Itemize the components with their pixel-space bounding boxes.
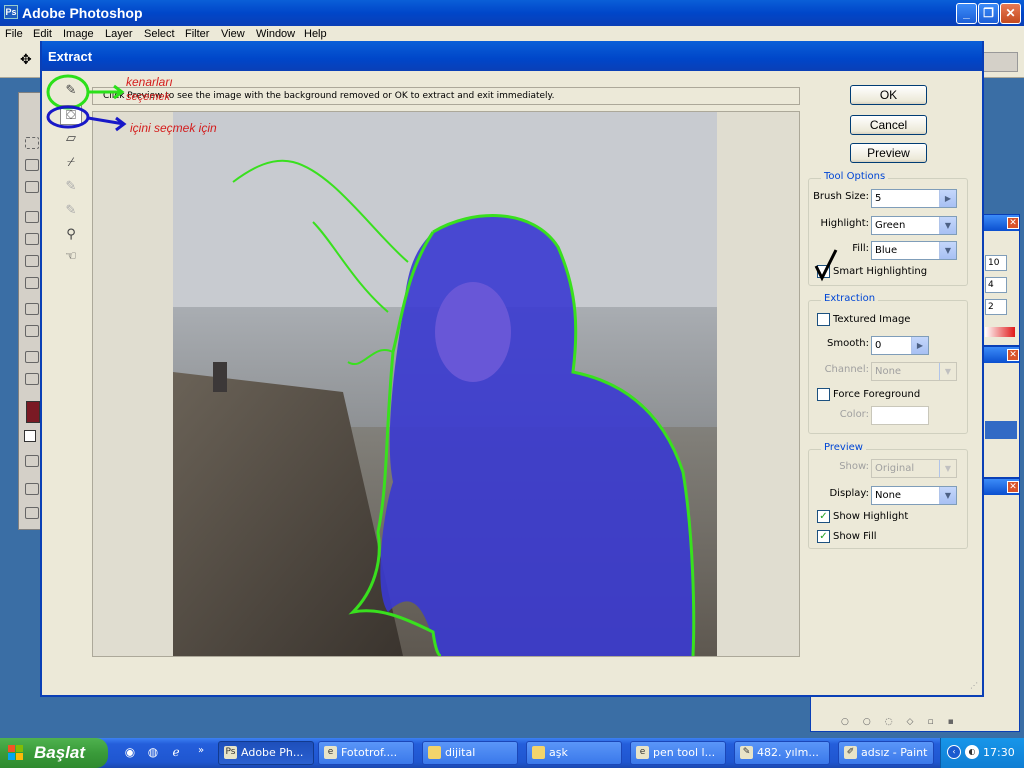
checkmark-annotation [814, 249, 838, 282]
task-label: Fototrof.... [341, 746, 398, 759]
tray-expand-icon[interactable]: ‹ [947, 745, 961, 759]
system-tray: ‹ ◐ 17:30 [940, 738, 1024, 768]
task-fototrof[interactable]: e Fototrof.... [318, 741, 414, 765]
fill-tool-circle [46, 105, 90, 129]
tray-volume-icon[interactable]: ◐ [965, 745, 979, 759]
start-label: Başlat [34, 743, 86, 762]
start-button[interactable]: Başlat [0, 738, 108, 768]
quicklaunch-icon[interactable]: ◍ [145, 745, 161, 761]
quicklaunch-more-icon[interactable]: » [193, 745, 209, 761]
taskbar: Başlat ◉ ◍ ℯ » Ps Adobe Ph... e Fototrof..… [0, 738, 1024, 768]
paint-icon: ✐ [844, 746, 857, 759]
task-label: adsız - Paint [861, 746, 928, 759]
folder-icon [428, 746, 441, 759]
folder-icon [532, 746, 545, 759]
annotation-edge-text-2: seçemek [126, 91, 171, 103]
task-ask[interactable]: aşk [526, 741, 622, 765]
browser-icon: e [636, 746, 649, 759]
edge-tool-arrow [88, 84, 125, 100]
task-dijital[interactable]: dijital [422, 741, 518, 765]
windows-logo-icon [8, 745, 23, 760]
task-482[interactable]: ✎ 482. yılm... [734, 741, 830, 765]
edge-tool-circle [46, 74, 90, 110]
task-label: Adobe Ph... [241, 746, 304, 759]
media-player-icon[interactable]: ◉ [122, 745, 138, 761]
document-icon: ✎ [740, 746, 753, 759]
task-paint[interactable]: ✐ adsız - Paint [838, 741, 934, 765]
annotation-edge-text: kenarları [126, 75, 173, 89]
task-photoshop[interactable]: Ps Adobe Ph... [218, 741, 314, 765]
task-label: aşk [549, 746, 568, 759]
task-label: 482. yılm... [757, 746, 819, 759]
internet-explorer-icon[interactable]: ℯ [168, 745, 184, 761]
photoshop-icon: Ps [224, 746, 237, 759]
task-label: dijital [445, 746, 476, 759]
task-pen-tool[interactable]: e pen tool l... [630, 741, 726, 765]
browser-icon: e [324, 746, 337, 759]
annotation-overlay [46, 74, 838, 282]
clock[interactable]: 17:30 [983, 746, 1015, 759]
fill-tool-arrow [87, 116, 127, 132]
task-label: pen tool l... [653, 746, 716, 759]
annotation-inside-text: içini seçmek için [130, 121, 217, 135]
